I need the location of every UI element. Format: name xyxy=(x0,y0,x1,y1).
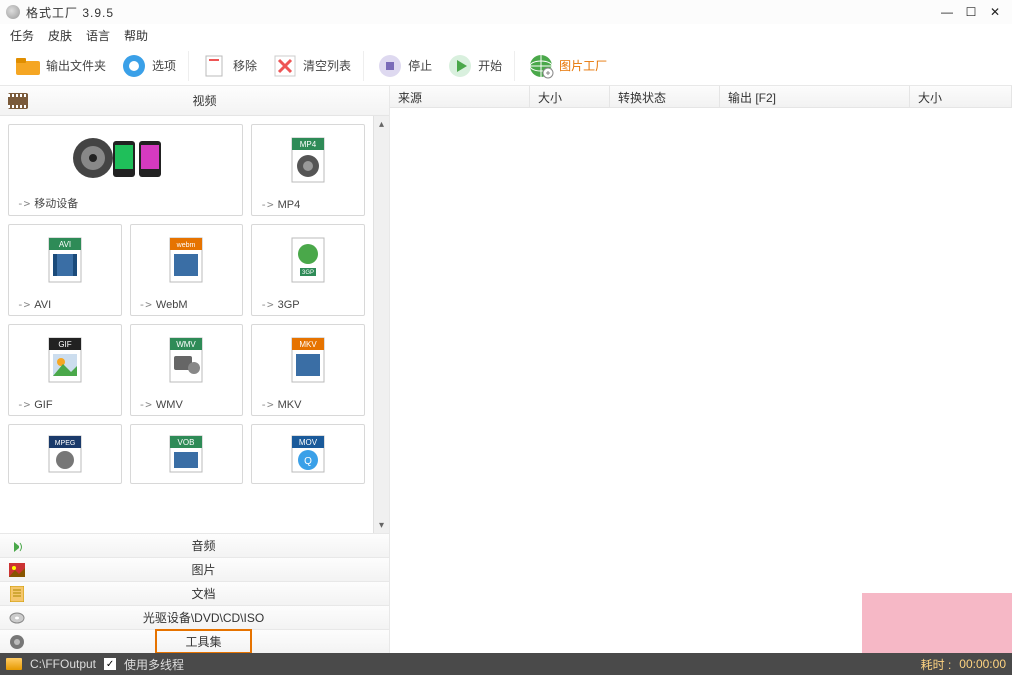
pink-overlay xyxy=(862,593,1012,653)
scrollbar-vertical[interactable]: ▴ ▾ xyxy=(373,116,389,533)
tile-mobile-device[interactable]: ->移动设备 xyxy=(8,124,243,216)
svg-text:WMV: WMV xyxy=(177,340,197,349)
col-output[interactable]: 输出 [F2] xyxy=(720,86,910,107)
output-path[interactable]: C:\FFOutput xyxy=(30,657,96,671)
svg-text:MOV: MOV xyxy=(299,438,318,447)
toolbar-remove[interactable]: 移除 xyxy=(195,50,263,82)
scroll-down-button[interactable]: ▾ xyxy=(374,517,389,533)
statusbar: C:\FFOutput ✓ 使用多线程 耗时 : 00:00:00 xyxy=(0,653,1012,675)
format-grid: ->移动设备 MP4 ->MP4 AVI ->AVI xyxy=(0,116,373,533)
svg-text:MP4: MP4 xyxy=(300,140,317,149)
tile-mov[interactable]: MOV Q xyxy=(251,424,365,484)
options-icon xyxy=(120,52,148,80)
mobile-device-icon xyxy=(9,125,242,191)
stop-icon xyxy=(376,52,404,80)
document-icon xyxy=(8,586,26,602)
category-image[interactable]: 图片 xyxy=(0,557,389,581)
3gp-icon: 3GP xyxy=(252,225,364,294)
audio-icon xyxy=(8,538,26,554)
toolset-icon xyxy=(8,634,26,650)
svg-text:MPEG: MPEG xyxy=(55,440,76,447)
svg-text:3GP: 3GP xyxy=(302,270,314,276)
menu-task[interactable]: 任务 xyxy=(10,27,34,44)
wmv-icon: WMV xyxy=(131,325,243,394)
close-button[interactable]: ✕ xyxy=(984,3,1006,21)
titlebar: 格式工厂 3.9.5 — ☐ ✕ xyxy=(0,0,1012,24)
mkv-icon: MKV xyxy=(252,325,364,394)
toolbar-clear-list[interactable]: 清空列表 xyxy=(265,50,357,82)
toolbar-pic-factory[interactable]: 图片工厂 xyxy=(521,50,613,82)
tile-webm[interactable]: webm ->WebM xyxy=(130,224,244,316)
svg-text:GIF: GIF xyxy=(58,340,71,349)
start-icon xyxy=(446,52,474,80)
col-size[interactable]: 大小 xyxy=(530,86,610,107)
elapsed-value: 00:00:00 xyxy=(959,657,1006,671)
app-icon xyxy=(6,5,20,19)
webm-icon: webm xyxy=(131,225,243,294)
col-status[interactable]: 转换状态 xyxy=(610,86,720,107)
scroll-up-button[interactable]: ▴ xyxy=(374,116,389,132)
tile-mpeg[interactable]: MPEG xyxy=(8,424,122,484)
vob-icon: VOB xyxy=(131,425,243,483)
svg-text:webm: webm xyxy=(176,242,196,249)
tile-gif[interactable]: GIF ->GIF xyxy=(8,324,122,416)
menu-help[interactable]: 帮助 xyxy=(124,27,148,44)
tile-mp4[interactable]: MP4 ->MP4 xyxy=(251,124,365,216)
category-toolset[interactable]: 工具集 xyxy=(0,629,389,653)
globe-icon xyxy=(527,52,555,80)
toolbar-start[interactable]: 开始 xyxy=(440,50,508,82)
task-list xyxy=(390,108,1012,653)
avi-icon: AVI xyxy=(9,225,121,294)
elapsed-label: 耗时 : xyxy=(921,656,952,673)
tile-3gp[interactable]: 3GP ->3GP xyxy=(251,224,365,316)
maximize-button[interactable]: ☐ xyxy=(960,3,982,21)
menubar: 任务 皮肤 语言 帮助 xyxy=(0,24,1012,46)
tile-avi[interactable]: AVI ->AVI xyxy=(8,224,122,316)
mp4-icon: MP4 xyxy=(252,125,364,194)
disc-icon xyxy=(8,610,26,626)
tile-vob[interactable]: VOB xyxy=(130,424,244,484)
category-audio[interactable]: 音频 xyxy=(0,533,389,557)
toolbar-options[interactable]: 选项 xyxy=(114,50,182,82)
multithread-label: 使用多线程 xyxy=(124,656,184,673)
svg-text:VOB: VOB xyxy=(178,438,195,447)
svg-text:MKV: MKV xyxy=(299,340,317,349)
svg-text:AVI: AVI xyxy=(59,240,71,249)
menu-language[interactable]: 语言 xyxy=(86,27,110,44)
mpeg-icon: MPEG xyxy=(9,425,121,483)
category-video-header[interactable]: 视频 xyxy=(0,86,389,116)
image-icon xyxy=(8,562,26,578)
film-icon xyxy=(8,93,28,109)
menu-skin[interactable]: 皮肤 xyxy=(48,27,72,44)
col-source[interactable]: 来源 xyxy=(390,86,530,107)
minimize-button[interactable]: — xyxy=(936,3,958,21)
tile-wmv[interactable]: WMV ->WMV xyxy=(130,324,244,416)
left-panel: 视频 ->移动设备 MP4 xyxy=(0,86,390,653)
gif-icon: GIF xyxy=(9,325,121,394)
svg-text:Q: Q xyxy=(304,456,312,467)
toolbar: 输出文件夹 选项 移除 清空列表 停止 开始 图片工厂 xyxy=(0,46,1012,86)
toolbar-stop[interactable]: 停止 xyxy=(370,50,438,82)
multithread-checkbox[interactable]: ✓ xyxy=(104,658,116,670)
folder-icon[interactable] xyxy=(6,658,22,670)
mov-icon: MOV Q xyxy=(252,425,364,483)
folder-icon xyxy=(14,52,42,80)
toolbar-output-folder[interactable]: 输出文件夹 xyxy=(8,50,112,82)
remove-icon xyxy=(201,52,229,80)
clear-icon xyxy=(271,52,299,80)
right-panel: 来源 大小 转换状态 输出 [F2] 大小 xyxy=(390,86,1012,653)
col-size2[interactable]: 大小 xyxy=(910,86,1012,107)
category-disc[interactable]: 光驱设备\DVD\CD\ISO xyxy=(0,605,389,629)
category-document[interactable]: 文档 xyxy=(0,581,389,605)
column-headers: 来源 大小 转换状态 输出 [F2] 大小 xyxy=(390,86,1012,108)
tile-mkv[interactable]: MKV ->MKV xyxy=(251,324,365,416)
window-title: 格式工厂 3.9.5 xyxy=(26,4,114,21)
